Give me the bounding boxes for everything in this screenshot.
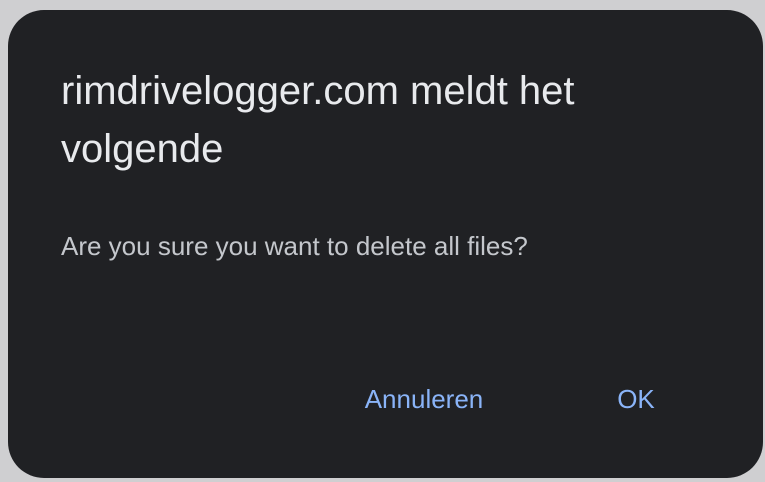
dialog-actions: Annuleren OK — [8, 376, 763, 422]
dialog-title: rimdrivelogger.com meldt het volgende — [61, 69, 575, 171]
cancel-button[interactable]: Annuleren — [344, 376, 504, 422]
alert-dialog: rimdrivelogger.com meldt het volgende Ar… — [8, 10, 763, 478]
ok-button[interactable]: OK — [600, 376, 672, 422]
dialog-message: Are you sure you want to delete all file… — [61, 231, 528, 261]
